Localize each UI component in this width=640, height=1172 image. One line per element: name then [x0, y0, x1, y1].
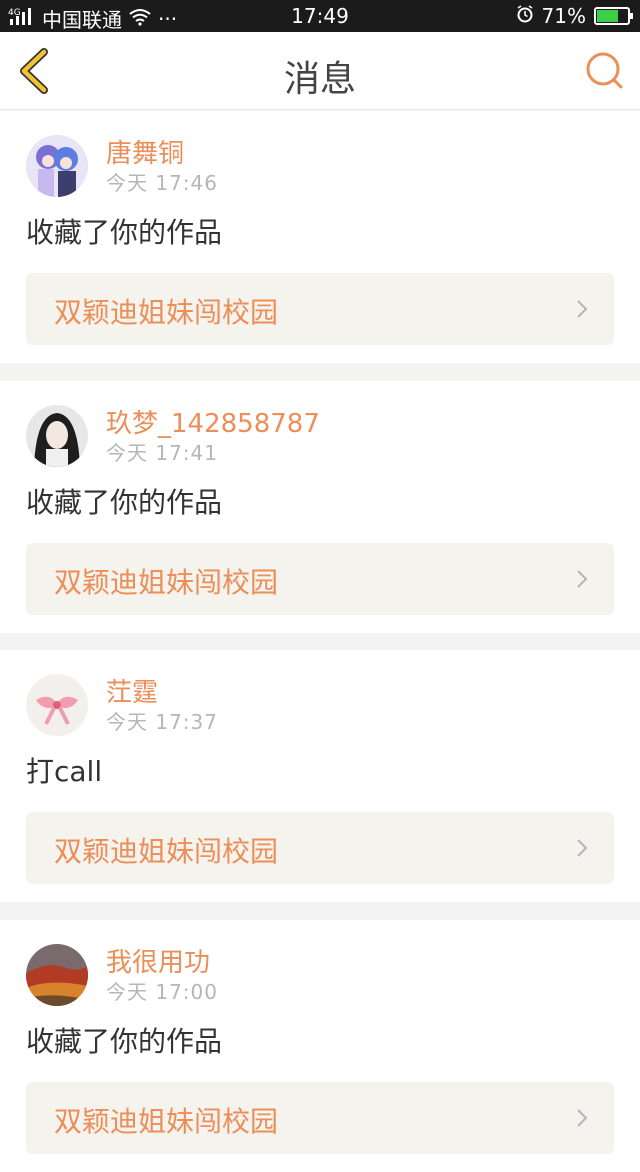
avatar[interactable] — [26, 135, 88, 197]
timestamp: 今天 17:00 — [106, 980, 218, 1004]
message-card: 玖梦_142858787 今天 17:41 收藏了你的作品 双颖迪姐妹闯校园 — [0, 381, 640, 633]
work-link[interactable]: 双颖迪姐妹闯校园 — [26, 1082, 614, 1154]
username[interactable]: 我很用功 — [106, 942, 210, 979]
work-title: 双颖迪姐妹闯校园 — [54, 296, 279, 329]
search-icon — [586, 52, 623, 89]
timestamp: 今天 17:41 — [106, 441, 218, 465]
avatar[interactable] — [26, 944, 88, 1006]
action-text: 收藏了你的作品 — [26, 216, 223, 249]
work-title: 双颖迪姐妹闯校园 — [54, 566, 279, 599]
chevron-right-icon — [577, 839, 588, 857]
timestamp: 今天 17:46 — [106, 171, 218, 195]
timestamp: 今天 17:37 — [106, 710, 218, 734]
chevron-right-icon — [577, 300, 588, 318]
battery-icon — [594, 7, 633, 25]
status-right: 71% — [516, 4, 633, 28]
work-link[interactable]: 双颖迪姐妹闯校园 — [26, 543, 614, 615]
avatar[interactable] — [26, 674, 88, 736]
chevron-right-icon — [577, 570, 588, 588]
username[interactable]: 茳霆 — [106, 672, 158, 709]
action-text: 收藏了你的作品 — [26, 486, 223, 519]
alarm-icon — [516, 4, 534, 28]
avatar[interactable] — [26, 405, 88, 467]
work-title: 双颖迪姐妹闯校园 — [54, 1105, 279, 1138]
nav-bar: 消息 — [0, 32, 640, 110]
status-bar: 4G 中国联通 ··· 17:49 71% — [0, 0, 640, 32]
username[interactable]: 唐舞铜 — [106, 133, 184, 170]
work-link[interactable]: 双颖迪姐妹闯校园 — [26, 273, 614, 345]
action-text: 打call — [26, 755, 103, 788]
message-card: 我很用功 今天 17:00 收藏了你的作品 双颖迪姐妹闯校园 — [0, 920, 640, 1172]
search-button[interactable] — [584, 50, 626, 92]
username[interactable]: 玖梦_142858787 — [106, 403, 320, 440]
work-link[interactable]: 双颖迪姐妹闯校园 — [26, 812, 614, 884]
message-card: 唐舞铜 今天 17:46 收藏了你的作品 双颖迪姐妹闯校园 — [0, 111, 640, 363]
work-title: 双颖迪姐妹闯校园 — [54, 835, 279, 868]
battery-fill — [597, 10, 619, 22]
action-text: 收藏了你的作品 — [26, 1025, 223, 1058]
chevron-right-icon — [577, 1109, 588, 1127]
battery-percent: 71% — [541, 4, 586, 28]
page-title: 消息 — [283, 59, 356, 100]
message-card: 茳霆 今天 17:37 打call 双颖迪姐妹闯校园 — [0, 650, 640, 902]
